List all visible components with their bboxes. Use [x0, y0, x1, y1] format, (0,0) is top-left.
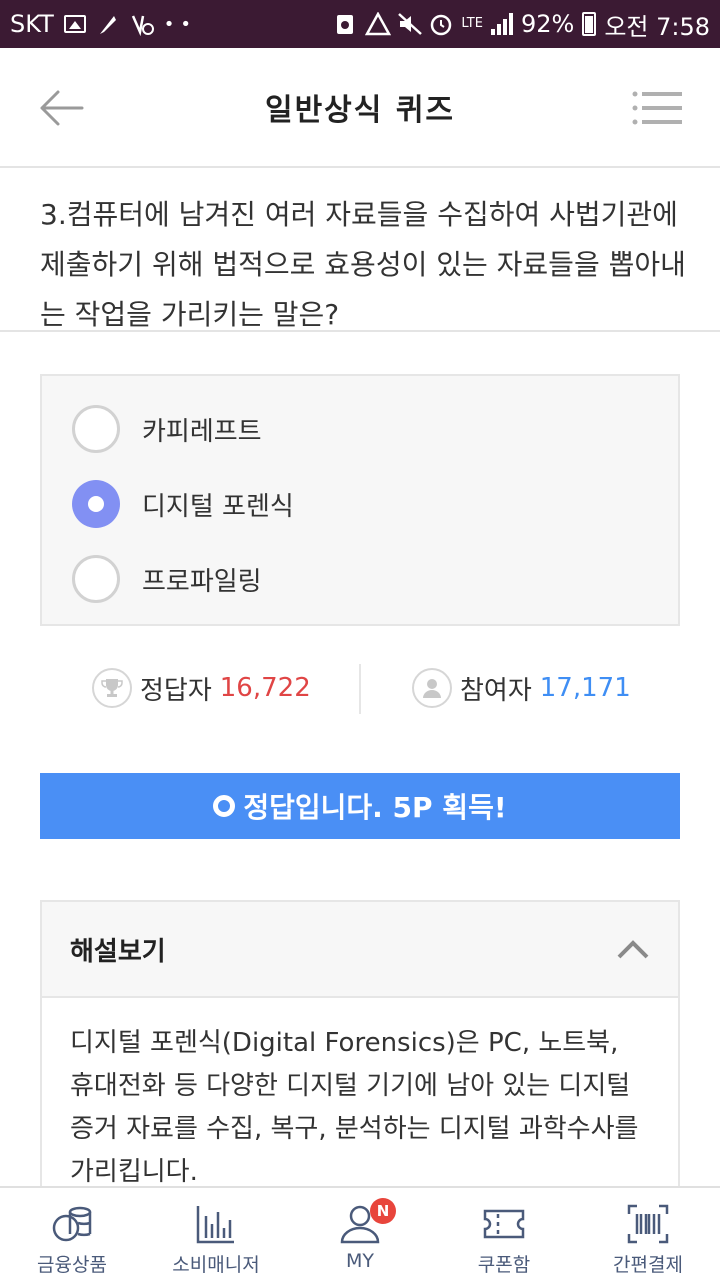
- nav-label: 소비매니저: [172, 1254, 260, 1276]
- battery-icon: [582, 12, 597, 36]
- divider: [0, 330, 720, 332]
- answer-options: 카피레프트 디지털 포렌식 프로파일링: [40, 374, 680, 626]
- nav-item-my[interactable]: N MY: [288, 1188, 432, 1280]
- clock: 오전 7:58: [604, 12, 710, 41]
- radio-button-selected[interactable]: [72, 480, 120, 528]
- recycle-icon: [333, 12, 357, 36]
- answer-option-1[interactable]: 카피레프트: [72, 402, 262, 456]
- participants-stat: 참여자 17,171: [412, 668, 631, 708]
- chevron-up-icon[interactable]: [616, 939, 650, 959]
- correct-stat: 정답자 16,722: [92, 668, 311, 708]
- network-type: LTE: [461, 16, 483, 31]
- nav-label: 쿠폰함: [477, 1254, 531, 1276]
- warning-icon: [365, 11, 392, 36]
- correct-count: 16,722: [219, 673, 311, 703]
- nav-label: 금융상품: [37, 1254, 107, 1276]
- radio-button[interactable]: [72, 555, 120, 603]
- back-arrow-icon[interactable]: [38, 88, 84, 128]
- target-circle-icon: [213, 795, 236, 817]
- correct-label: 정답자: [140, 675, 212, 706]
- coins-icon: [52, 1206, 92, 1242]
- barcode-icon: [627, 1204, 669, 1244]
- alarm-icon: [429, 12, 453, 36]
- answer-option-3[interactable]: 프로파일링: [72, 552, 262, 606]
- page-title: 일반상식 퀴즈: [264, 93, 456, 128]
- nav-item-easy-pay[interactable]: 간편결제: [576, 1188, 720, 1280]
- option-label: 카피레프트: [142, 416, 262, 447]
- result-banner: 정답입니다. 5P 획득!: [40, 773, 680, 839]
- nav-label: 간편결제: [613, 1254, 683, 1276]
- result-text: 정답입니다. 5P 획득!: [243, 791, 507, 824]
- explanation-title: 해설보기: [70, 936, 166, 967]
- nav-item-financial-products[interactable]: 금융상품: [0, 1188, 144, 1280]
- person-icon: [412, 668, 452, 708]
- explanation-panel: 해설보기 디지털 포렌식(Digital Forensics)은 PC, 노트북…: [40, 900, 680, 1200]
- bottom-navigation: 금융상품 소비매니저 N MY 쿠폰함 간편결제: [0, 1186, 720, 1280]
- participants-label: 참여자: [460, 675, 532, 706]
- quiz-stats: 정답자 16,722 참여자 17,171: [0, 664, 720, 714]
- call-notification-icon: [130, 12, 154, 37]
- participants-count: 17,171: [539, 673, 631, 703]
- answer-option-2[interactable]: 디지털 포렌식: [72, 477, 294, 531]
- mute-icon: [397, 12, 423, 36]
- menu-list-icon[interactable]: [632, 90, 682, 126]
- app-header: 일반상식 퀴즈: [0, 48, 720, 168]
- gallery-icon: [63, 15, 86, 33]
- notification-badge: N: [370, 1198, 396, 1224]
- status-bar: SKT •• LTE 92% 오전 7:58: [0, 0, 720, 48]
- nav-label: MY: [346, 1250, 374, 1272]
- feather-icon: [96, 12, 120, 36]
- stats-divider: [359, 664, 361, 714]
- trophy-icon: [92, 668, 132, 708]
- option-label: 프로파일링: [142, 566, 262, 597]
- bar-chart-icon: [196, 1206, 234, 1244]
- coupon-icon: [483, 1209, 525, 1239]
- question-text: 3.컴퓨터에 남겨진 여러 자료들을 수집하여 사법기관에 제출하기 위해 법적…: [40, 198, 686, 331]
- signal-icon: [490, 13, 513, 35]
- radio-button[interactable]: [72, 405, 120, 453]
- battery-percent: 92%: [520, 10, 575, 38]
- explanation-toggle[interactable]: 해설보기: [42, 902, 678, 998]
- explanation-text: 디지털 포렌식(Digital Forensics)은 PC, 노트북, 휴대전…: [70, 1028, 639, 1187]
- nav-item-spending-manager[interactable]: 소비매니저: [144, 1188, 288, 1280]
- carrier-label: SKT: [10, 10, 54, 38]
- nav-item-coupons[interactable]: 쿠폰함: [432, 1188, 576, 1280]
- option-label: 디지털 포렌식: [142, 491, 294, 522]
- more-notifications-icon: ••: [163, 13, 198, 35]
